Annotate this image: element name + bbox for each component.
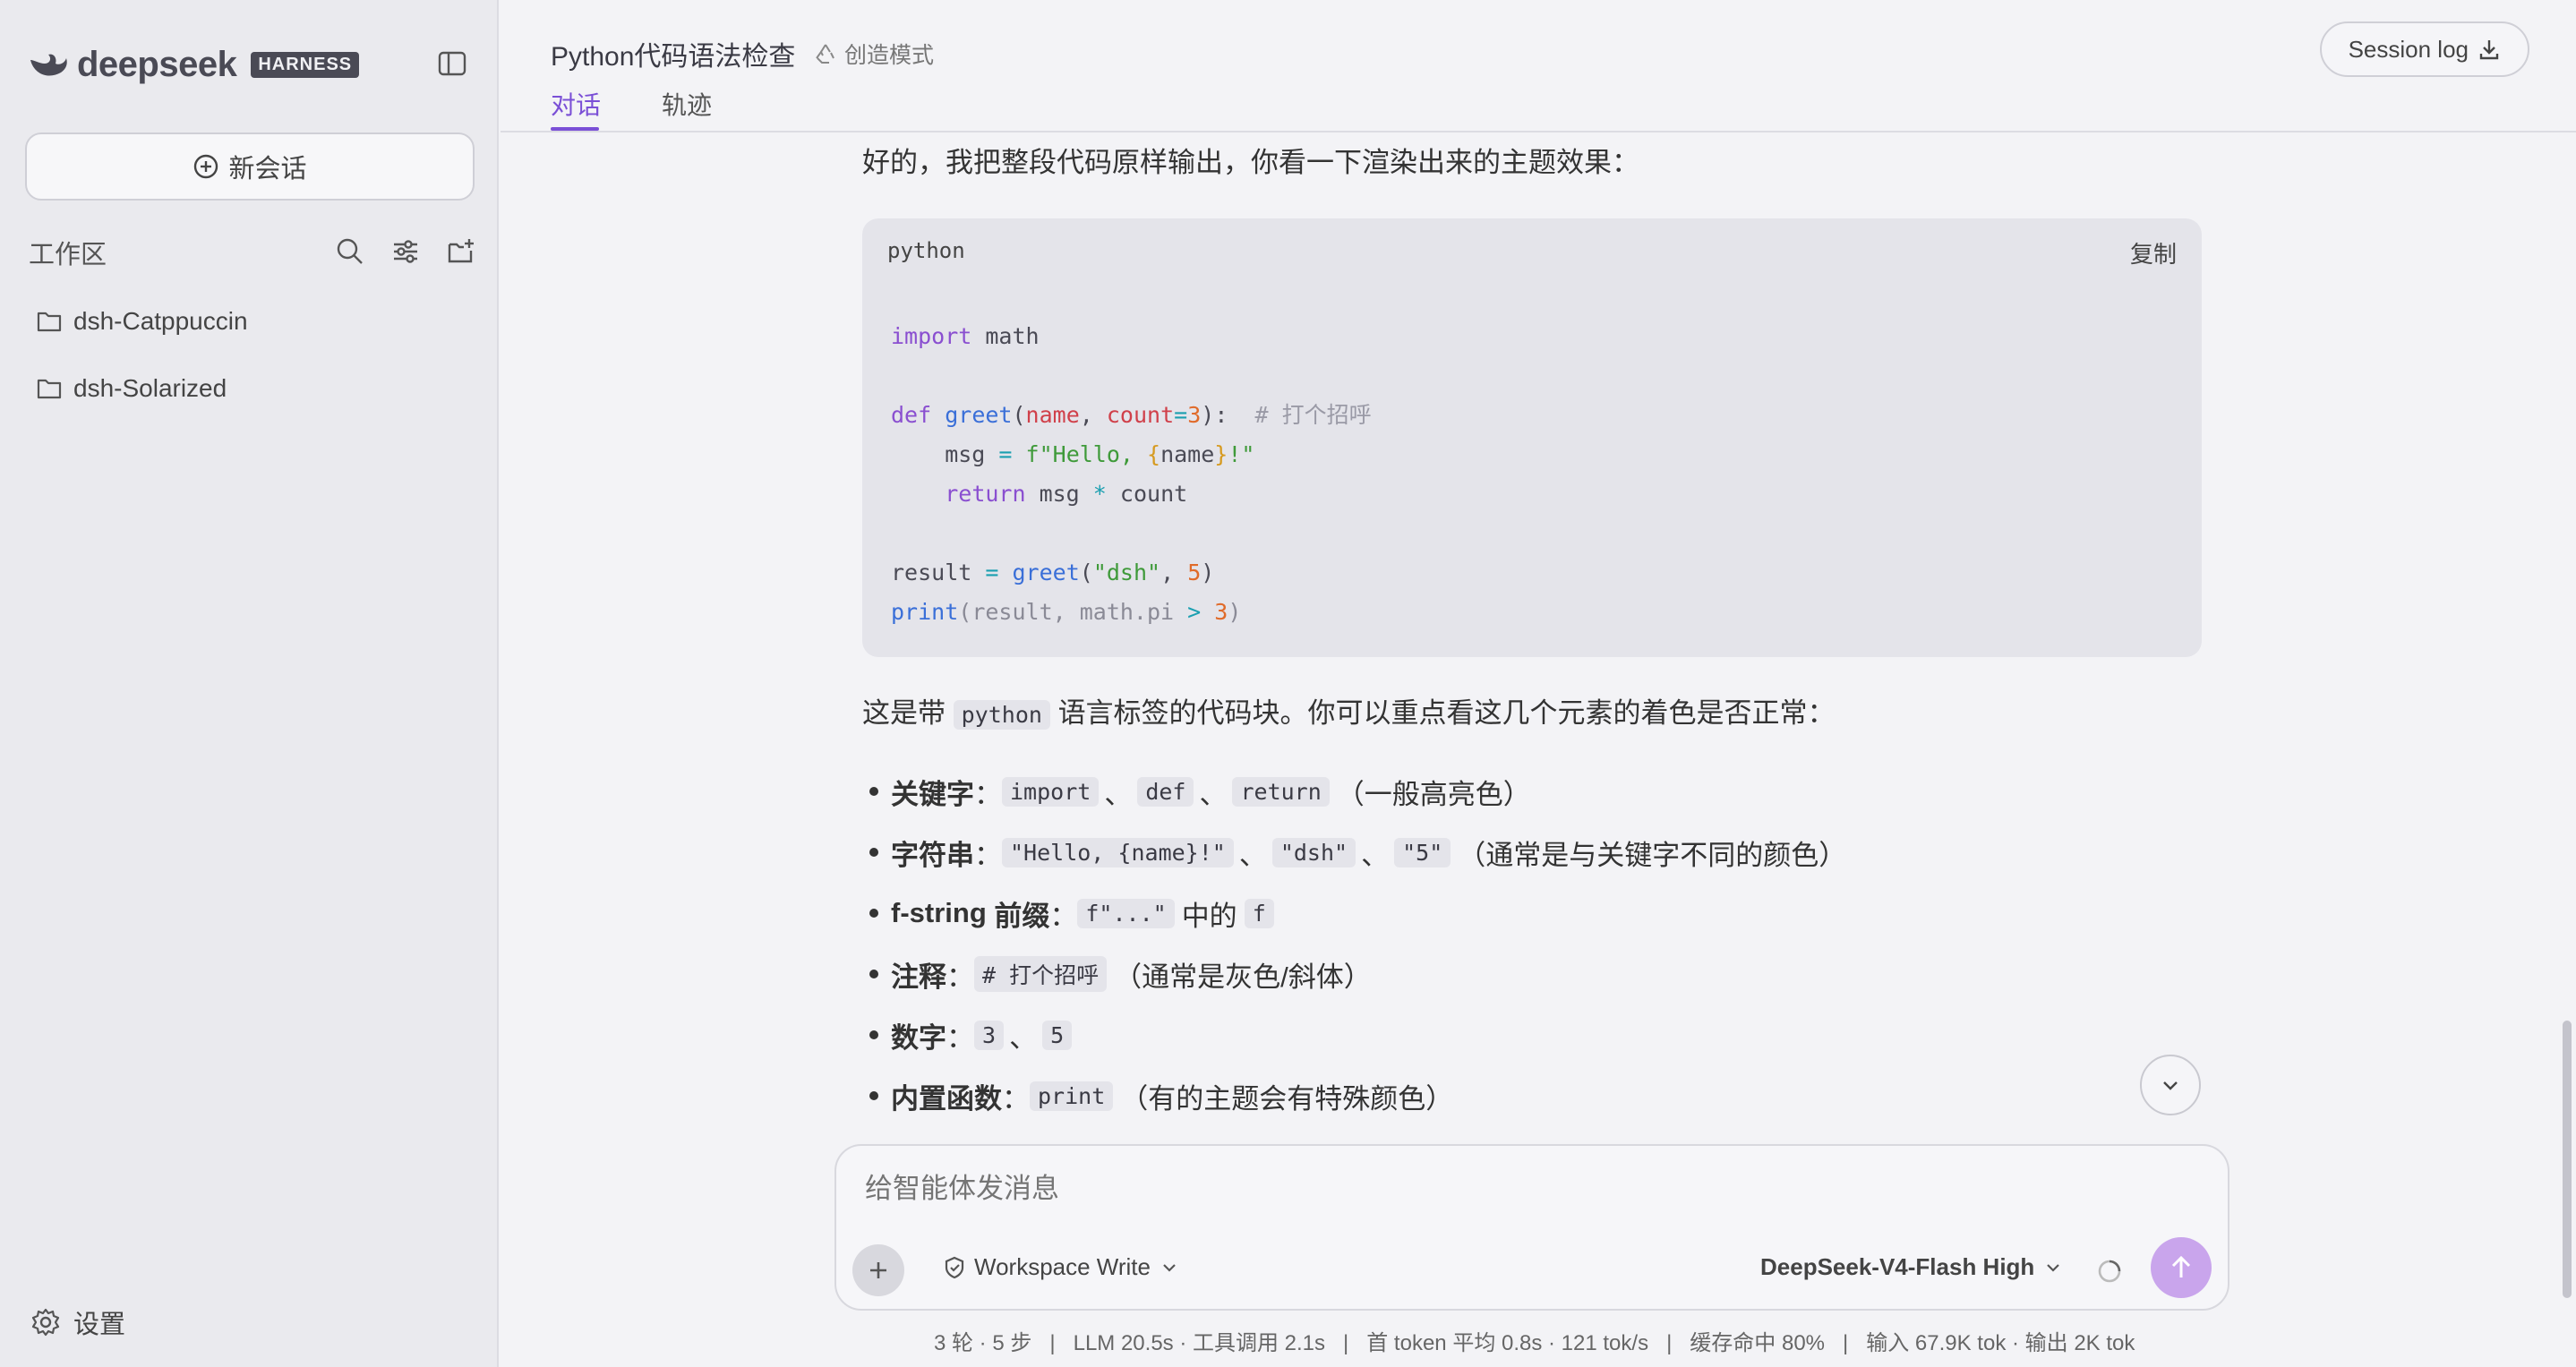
folder-icon [37,312,62,332]
new-chat-label: 新会话 [228,155,307,184]
new-chat-button[interactable]: 新会话 [25,132,475,201]
bullet-note: （通常是与关键字不同的颜色） [1458,839,1847,871]
page-title: Python代码语法检查 [551,42,796,72]
arrow-up-icon [2171,1255,2191,1277]
active-tab-indicator [551,127,599,131]
list-item: f-string 前缀： f"..." 中的 f [862,883,1846,944]
inline-code: "Hello, {name}!" [1002,837,1234,867]
header: Python代码语法检查 创造模式 对话 轨迹 Session log [501,0,2576,132]
inline-code: f [1244,898,1274,928]
inline-code: import [1002,776,1100,807]
bullet-label: 注释 [891,961,946,993]
plus-icon [870,1262,886,1278]
logo-badge: HARNESS [251,52,360,78]
copy-code-button[interactable]: 复制 [2130,236,2177,269]
bullet-note: 中的 [1181,900,1237,932]
filter-sliders-icon[interactable] [390,236,421,267]
session-stats: 3 轮 · 5 步 | LLM 20.5s · 工具调用 2.1s | 首 to… [934,1331,2135,1355]
chevron-down-icon [1163,1263,1176,1272]
inline-code: # 打个招呼 [974,956,1108,992]
scroll-to-bottom-button[interactable] [2140,1055,2201,1115]
attach-button[interactable] [852,1244,904,1296]
session-log-label: Session log [2348,35,2469,63]
tab-chat[interactable]: 对话 [551,86,601,122]
bullet-label: f-string [891,897,995,928]
inline-code: f"..." [1077,898,1175,928]
settings-label: 设置 [73,1311,126,1339]
code-content: import math def greet(name, count=3): # … [891,323,1372,625]
logo[interactable]: deepseek HARNESS [27,45,360,85]
sidebar-toggle-icon[interactable] [437,48,467,79]
list-item: 字符串： "Hello, {name}!"、 "dsh"、 "5" （通常是与关… [862,822,1846,883]
folder-label: dsh-Catppuccin [73,307,248,335]
logo-text: deepseek [77,45,237,84]
recycle-icon [816,44,834,64]
code-description: 这是带 python 语言标签的代码块。你可以重点看这几个元素的着色是否正常： [862,694,1836,732]
model-label: DeepSeek-V4-Flash High [1760,1253,2035,1280]
bullet-note: （有的主题会有特殊颜色） [1120,1082,1454,1115]
model-select[interactable]: DeepSeek-V4-Flash High [1760,1253,2063,1281]
workspace-mode-label: Workspace Write [974,1253,1151,1280]
inline-code: return [1232,776,1330,807]
mode-label: 创造模式 [844,43,935,68]
sidebar: deepseek HARNESS 新会话 工作区 dsh-Catppuccin … [0,0,499,1367]
new-folder-icon[interactable] [446,236,476,267]
bullet-label: 关键字 [891,778,974,810]
tab-trace[interactable]: 轨迹 [662,86,712,122]
list-item: 关键字： import、 def、 return （一般高亮色） [862,761,1846,822]
shield-edit-icon [945,1256,964,1278]
inline-code: "5" [1394,837,1451,867]
inline-code: 3 [974,1020,1005,1050]
message-composer: Workspace Write DeepSeek-V4-Flash High [834,1144,2229,1311]
gear-icon [31,1308,60,1337]
download-icon [2479,40,2499,60]
plus-circle-icon [194,154,218,179]
whale-logo-icon [30,54,67,76]
desc-text: 这是带 [862,697,946,729]
mode-indicator[interactable]: 创造模式 [814,38,934,70]
folder-item[interactable]: dsh-Catppuccin [36,303,248,339]
inline-code: def [1137,776,1194,807]
inline-code: python [953,700,1050,730]
workspace-title: 工作区 [29,241,107,269]
workspace-mode-select[interactable]: Workspace Write [942,1253,1179,1281]
bullet-label: 前缀 [994,900,1050,932]
inline-code: "dsh" [1271,837,1356,867]
bullet-label: 字符串 [891,839,974,871]
scrollbar[interactable] [2563,1021,2572,1298]
workspace-header: 工作区 [29,235,476,270]
session-log-button[interactable]: Session log [2319,21,2529,77]
folder-label: dsh-Solarized [73,374,227,402]
bullet-note: （通常是灰色/斜体） [1114,961,1372,993]
search-icon[interactable] [335,236,365,267]
list-item: 数字： 3、 5 [862,1004,1846,1065]
list-item: 注释： # 打个招呼 （通常是灰色/斜体） [862,944,1846,1004]
code-language-label: python [887,238,965,263]
folder-item[interactable]: dsh-Solarized [36,371,227,406]
list-item: 内置函数： print （有的主题会有特殊颜色） [862,1065,1846,1126]
chevron-down-icon [2163,1081,2178,1090]
message-input[interactable] [865,1173,2118,1205]
folder-icon [37,379,62,399]
send-button[interactable] [2151,1237,2212,1298]
bullet-list: 关键字： import、 def、 return （一般高亮色） 字符串： "H… [862,761,1846,1126]
inline-code: 5 [1042,1020,1073,1050]
inline-code: print [1030,1081,1114,1111]
code-block: python 复制 import math def greet(name, co… [862,218,2202,657]
bullet-label: 数字 [891,1021,946,1054]
settings-button[interactable]: 设置 [30,1303,125,1341]
bullet-label: 内置函数 [891,1082,1002,1115]
assistant-intro: 好的，我把整段代码原样输出，你看一下渲染出来的主题效果： [862,147,1639,178]
bullet-note: （一般高亮色） [1336,778,1531,810]
chevron-down-icon [2047,1263,2060,1272]
loading-spinner-icon [2098,1260,2121,1283]
desc-text: 语言标签的代码块。你可以重点看这几个元素的着色是否正常： [1057,697,1836,729]
